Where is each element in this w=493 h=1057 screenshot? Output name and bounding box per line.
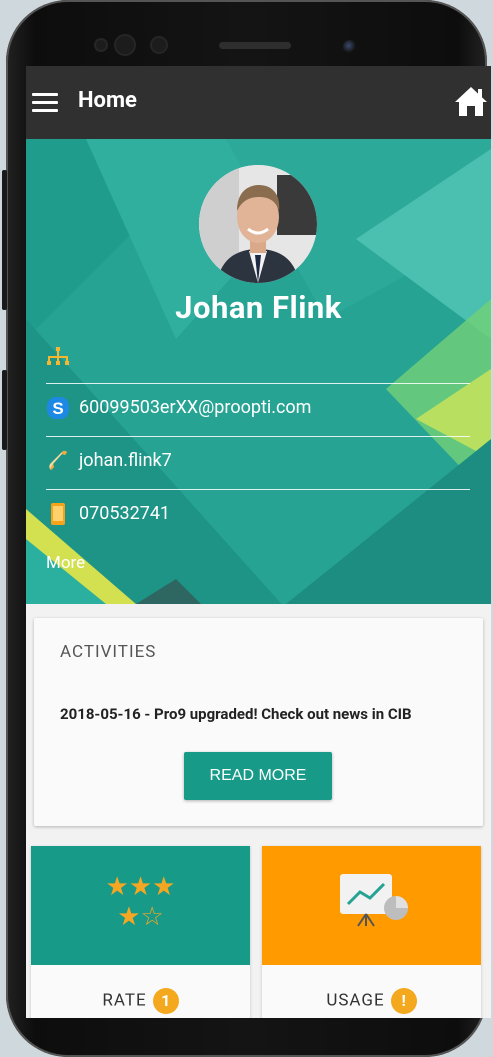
mobile-row[interactable]: 070532741 <box>46 490 471 542</box>
skype-icon: S <box>47 397 69 419</box>
profile-name: Johan Flink <box>175 289 342 326</box>
mobile-phone-icon <box>51 503 65 525</box>
hamburger-menu-icon[interactable] <box>32 93 58 113</box>
more-link[interactable]: More <box>46 553 85 573</box>
speaker-grille <box>219 42 291 49</box>
home-icon[interactable] <box>454 84 488 118</box>
side-button <box>2 170 7 310</box>
app-screen: Home Johan Flink S 60099503erXX@proopti.… <box>26 66 491 1018</box>
app-bar: Home <box>26 66 491 139</box>
sensor <box>116 36 134 54</box>
phone-icon <box>49 450 67 470</box>
skype-address: 60099503erXX@proopti.com <box>79 397 312 418</box>
side-button <box>2 370 7 450</box>
rate-label: RATE <box>102 990 147 1011</box>
rate-label-row: RATE 1 <box>31 988 250 1014</box>
usage-tile[interactable]: USAGE! <box>262 846 481 1018</box>
rate-tile-header: ★★★ ★☆ <box>31 846 250 965</box>
avatar <box>199 165 317 283</box>
page-title: Home <box>78 88 137 113</box>
sensor <box>152 38 166 52</box>
front-camera <box>343 40 357 54</box>
activities-title: ACTIVITIES <box>60 642 157 662</box>
stars-row-2: ★☆ <box>117 902 164 932</box>
svg-text:S: S <box>52 399 63 418</box>
stars-row-1: ★★★ <box>105 872 176 902</box>
usage-tile-header <box>262 846 481 965</box>
phone-row[interactable]: johan.flink7 <box>46 437 471 489</box>
org-row[interactable] <box>46 333 471 385</box>
rate-badge: 1 <box>152 988 179 1014</box>
sensor <box>96 40 106 50</box>
phone-number: johan.flink7 <box>79 450 172 471</box>
read-more-button[interactable]: READ MORE <box>184 752 332 800</box>
org-chart-icon <box>47 347 69 365</box>
usage-badge: ! <box>390 988 417 1014</box>
star-rating-icon: ★★★ ★☆ <box>31 872 250 932</box>
presentation-chart-icon <box>340 874 408 927</box>
rate-tile[interactable]: ★★★ ★☆ RATE 1 <box>31 846 250 1018</box>
phone-frame: Home Johan Flink S 60099503erXX@proopti.… <box>6 0 491 1057</box>
activities-card: ACTIVITIES 2018-05-16 - Pro9 upgraded! C… <box>34 618 483 826</box>
usage-label: USAGE <box>326 990 385 1011</box>
profile-header: Johan Flink S 60099503erXX@proopti.com j… <box>26 139 491 604</box>
skype-row[interactable]: S 60099503erXX@proopti.com <box>46 384 471 436</box>
activity-text: 2018-05-16 - Pro9 upgraded! Check out ne… <box>60 705 412 723</box>
usage-label-row: USAGE! <box>262 988 481 1014</box>
mobile-number: 070532741 <box>79 503 171 524</box>
